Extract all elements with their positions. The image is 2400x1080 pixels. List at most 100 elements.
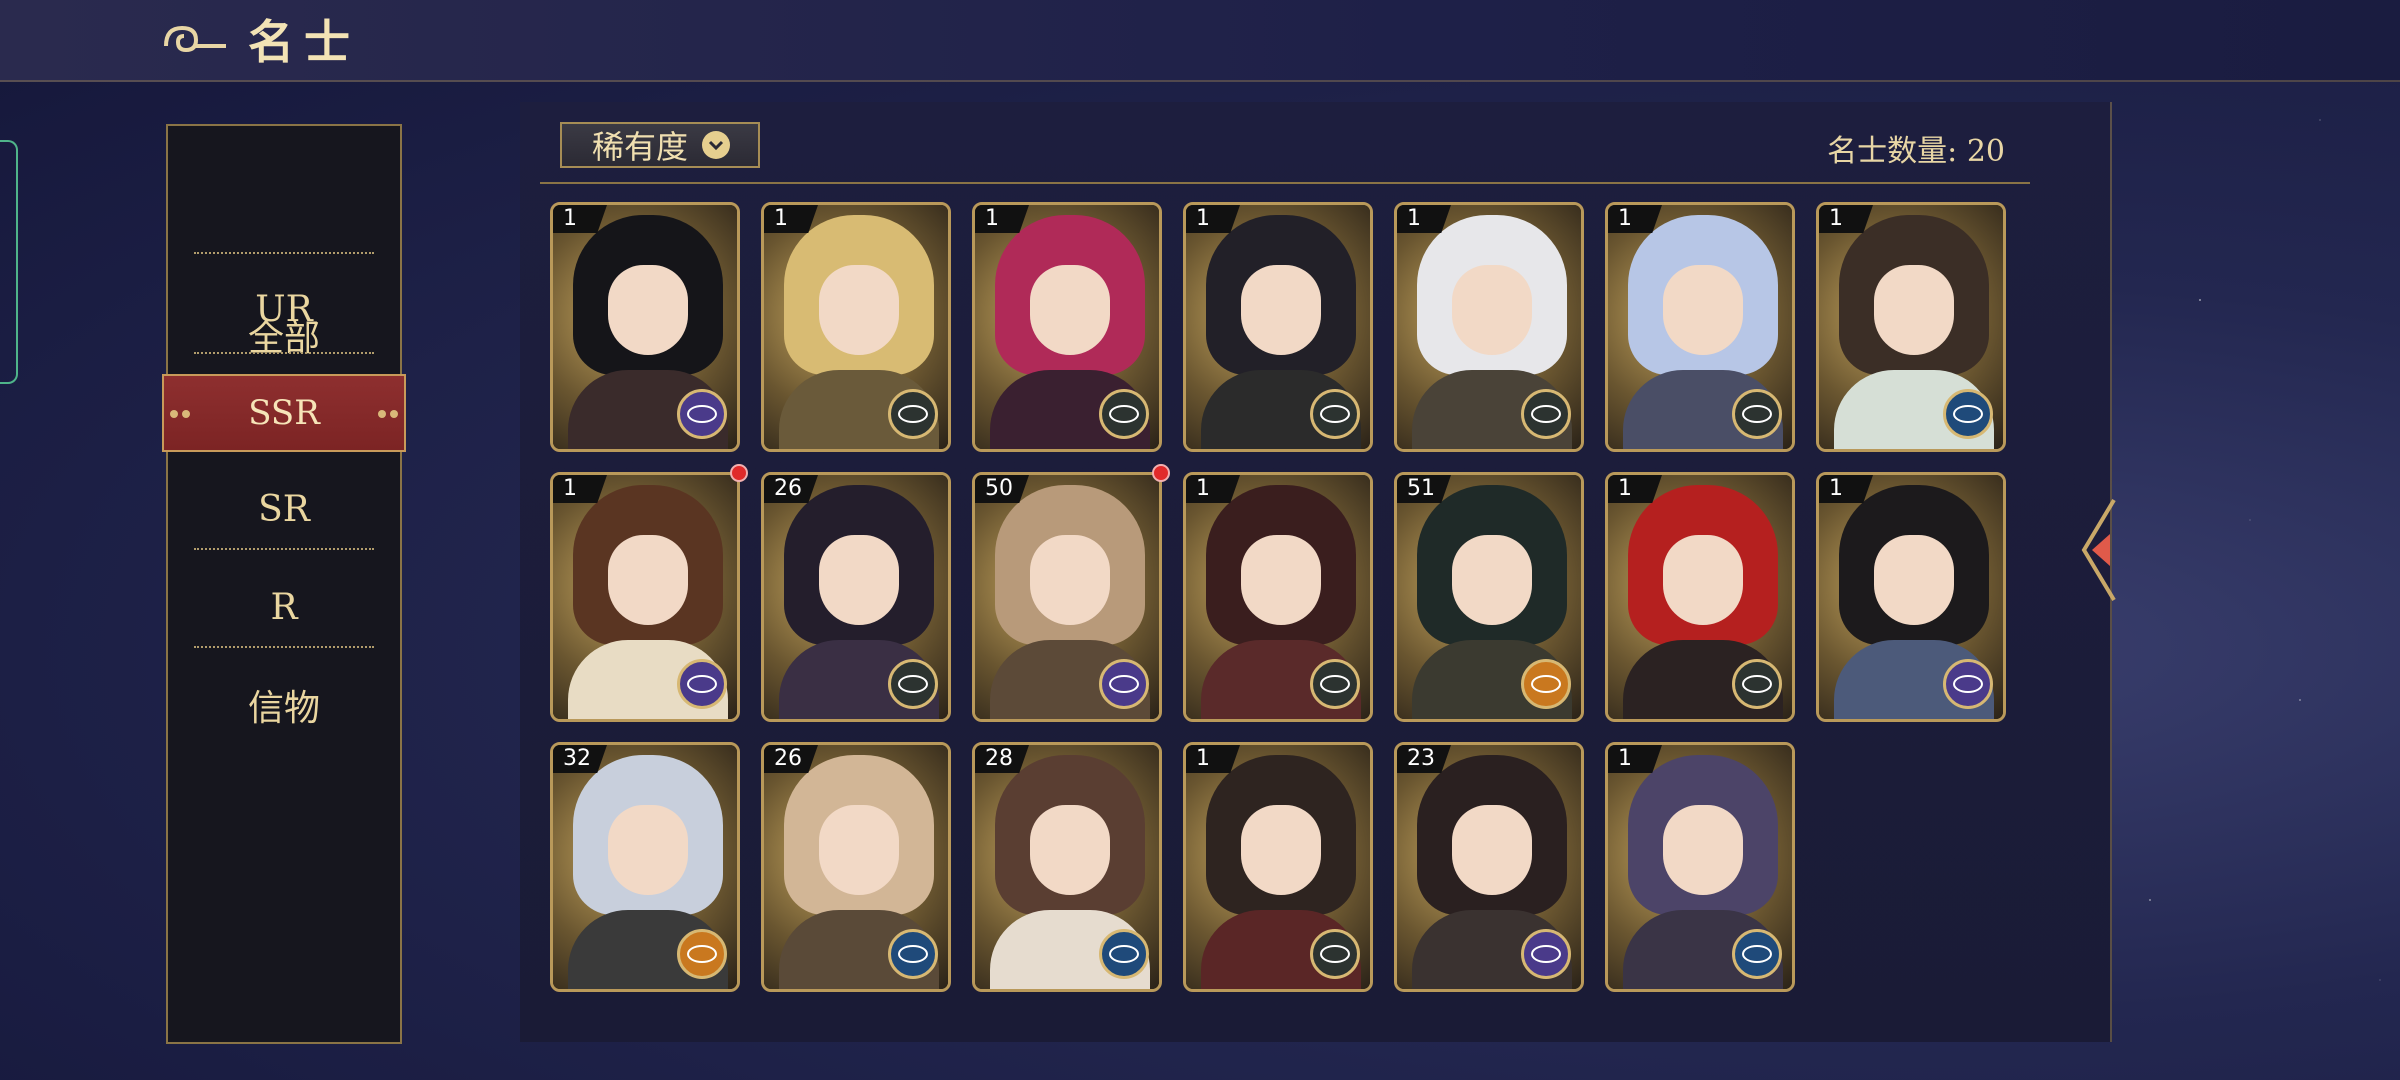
character-card[interactable]: 26 [761, 742, 951, 992]
character-card[interactable]: 1 [1183, 742, 1373, 992]
sidebar-item-label: SSR [248, 393, 320, 433]
character-face [819, 805, 899, 895]
notification-dot [1152, 464, 1170, 482]
badge-inner [1531, 945, 1561, 963]
character-card[interactable]: 1 [550, 472, 740, 722]
character-face [1663, 805, 1743, 895]
element-badge-icon [1943, 389, 1993, 439]
header-title-group: 名士 [160, 6, 360, 72]
badge-inner [1742, 405, 1772, 423]
sidebar-item-sr[interactable]: SR [168, 460, 400, 558]
sidebar-item-ur[interactable]: UR [168, 260, 400, 358]
character-card[interactable]: 1 [1394, 202, 1584, 452]
element-badge-icon [888, 389, 938, 439]
page-header: 名士 [0, 0, 2400, 82]
dot-ornament [170, 410, 178, 418]
character-face [1030, 805, 1110, 895]
character-face [1030, 535, 1110, 625]
card-count: 名士数量: 20 [1827, 134, 2005, 169]
sidebar-item-ssr[interactable]: SSR [162, 374, 406, 452]
character-card[interactable]: 50 [972, 472, 1162, 722]
character-card[interactable]: 1 [1605, 742, 1795, 992]
badge-inner [1109, 405, 1139, 423]
badge-inner [1109, 675, 1139, 693]
character-face [819, 535, 899, 625]
element-badge-icon [1099, 659, 1149, 709]
character-face [1452, 805, 1532, 895]
element-badge-icon [1310, 929, 1360, 979]
badge-inner [1953, 675, 1983, 693]
dot-ornament [182, 410, 190, 418]
rarity-sidebar: 全部 UR SSR SR R 信物 [162, 124, 406, 1044]
divider [540, 182, 2030, 184]
sidebar-item-r[interactable]: R [168, 558, 400, 656]
character-card[interactable]: 28 [972, 742, 1162, 992]
character-face [608, 265, 688, 355]
badge-inner [687, 405, 717, 423]
character-card[interactable]: 1 [1816, 202, 2006, 452]
left-edge-tab[interactable] [0, 140, 18, 384]
dot-ornament [390, 410, 398, 418]
collapse-arrow-icon[interactable] [2074, 490, 2124, 610]
element-badge-icon [1732, 929, 1782, 979]
element-badge-icon [677, 659, 727, 709]
element-badge-icon [1521, 929, 1571, 979]
divider [194, 352, 374, 354]
chevron-down-icon [702, 131, 731, 159]
divider [194, 646, 374, 648]
character-card[interactable]: 26 [761, 472, 951, 722]
character-face [1241, 535, 1321, 625]
cloud-icon [164, 25, 226, 53]
card-panel: 稀有度 名士数量: 20 1 1 1 1 1 1 1 1 26 50 1 51 1 1 32 26 28 1 23 1 [520, 102, 2112, 1042]
character-card[interactable]: 1 [761, 202, 951, 452]
character-face [1874, 265, 1954, 355]
element-badge-icon [1732, 659, 1782, 709]
badge-inner [1742, 945, 1772, 963]
character-face [1452, 265, 1532, 355]
badge-inner [898, 675, 928, 693]
character-face [1874, 535, 1954, 625]
character-card[interactable]: 32 [550, 742, 740, 992]
element-badge-icon [1099, 929, 1149, 979]
character-card[interactable]: 1 [1605, 202, 1795, 452]
character-card[interactable]: 1 [972, 202, 1162, 452]
character-card[interactable]: 1 [550, 202, 740, 452]
divider [194, 252, 374, 254]
character-face [1241, 805, 1321, 895]
element-badge-icon [888, 659, 938, 709]
character-face [1663, 535, 1743, 625]
character-face [1241, 265, 1321, 355]
sidebar-item-label: SR [258, 488, 310, 530]
element-badge-icon [1310, 659, 1360, 709]
badge-inner [687, 675, 717, 693]
character-card[interactable]: 1 [1605, 472, 1795, 722]
divider [194, 548, 374, 550]
character-card[interactable]: 1 [1183, 472, 1373, 722]
badge-inner [1320, 945, 1350, 963]
element-badge-icon [1521, 659, 1571, 709]
character-face [608, 805, 688, 895]
character-face [1452, 535, 1532, 625]
dot-ornament [378, 410, 386, 418]
rarity-filter-button[interactable]: 稀有度 [560, 122, 760, 168]
character-card[interactable]: 51 [1394, 472, 1584, 722]
sidebar-item-label: 信物 [247, 688, 320, 729]
character-card[interactable]: 1 [1816, 472, 2006, 722]
badge-inner [1109, 945, 1139, 963]
character-face [819, 265, 899, 355]
badge-inner [1953, 405, 1983, 423]
character-face [608, 535, 688, 625]
element-badge-icon [1099, 389, 1149, 439]
element-badge-icon [1310, 389, 1360, 439]
badge-inner [1320, 405, 1350, 423]
element-badge-icon [677, 929, 727, 979]
character-card[interactable]: 23 [1394, 742, 1584, 992]
badge-inner [1742, 675, 1772, 693]
page-title: 名士 [248, 15, 360, 69]
badge-inner [898, 945, 928, 963]
badge-inner [898, 405, 928, 423]
element-badge-icon [888, 929, 938, 979]
notification-dot [730, 464, 748, 482]
character-card[interactable]: 1 [1183, 202, 1373, 452]
sidebar-item-keepsake[interactable]: 信物 [168, 656, 400, 754]
